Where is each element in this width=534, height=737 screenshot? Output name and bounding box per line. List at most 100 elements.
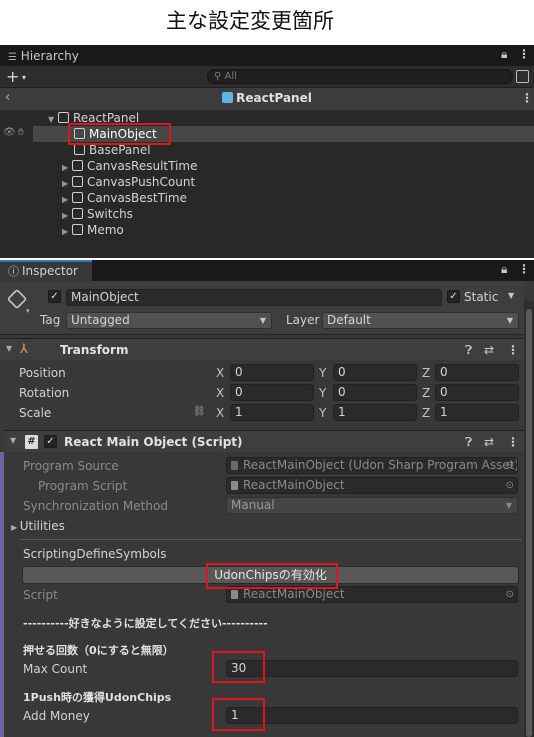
scale-label: Scale [19,406,52,420]
add-dropdown-button[interactable]: + ▾ [6,66,26,89]
lock-icon[interactable]: 🔒︎ [501,262,507,277]
transform-axes-icon: ⅄ [20,342,28,357]
more-menu-icon[interactable]: ⋮ [518,262,530,276]
gameobject-cube-icon [58,112,69,123]
axis-z-label[interactable]: Z [422,365,430,382]
axis-y-label[interactable]: Y [319,405,326,422]
object-picker-icon[interactable]: ⊙ [506,458,514,473]
max-count-field[interactable]: 30 [226,660,518,677]
tree-item-memo[interactable]: ▶ Memo [62,222,124,238]
tree-item-switchs[interactable]: ▶ Switchs [62,206,133,222]
active-checkbox[interactable]: ✓ [48,290,61,303]
section-divider [19,539,522,540]
object-name-field[interactable]: MainObject [66,289,442,306]
define-symbols-label: ScriptingDefineSymbols [23,547,167,561]
rotation-z-field[interactable]: 0 [435,384,519,401]
add-money-field[interactable]: 1 [226,707,518,724]
tag-label: Tag [40,313,61,327]
axis-y-label[interactable]: Y [319,365,326,382]
tag-dropdown[interactable]: Untagged ▼ [66,312,272,329]
asset-icon [231,461,238,470]
program-script-field[interactable]: ReactMainObject ⊙ [226,477,518,494]
help-icon[interactable]: ❓︎ [465,435,472,450]
constrain-proportions-link-icon[interactable]: ⛓︎ [193,406,206,417]
pickable-hand-icon[interactable]: ✋︎ [18,127,24,138]
object-picker-icon[interactable]: ⊙ [506,587,514,602]
program-script-label: Program Script [38,479,128,493]
sync-method-label: Synchronization Method [23,499,168,513]
chevron-down-icon: ▼ [506,316,513,325]
more-menu-icon[interactable]: ⋮ [518,47,530,61]
gameobject-cube-icon [72,160,83,171]
component-menu-icon[interactable]: ⋮ [507,435,519,449]
gameobject-cube-icon [72,192,83,203]
inspector-tabbar: ⓘ Inspector 🔒︎ ⋮ [0,260,534,281]
gameobject-icon [6,288,28,310]
script-component-header[interactable]: ▼ # ✓ React Main Object (Script) ❓︎ ⇄ ⋮ [4,430,524,452]
highlight-box-udonchips [206,563,338,589]
scene-header: ‹ ReactPanel ⋮ [0,88,534,110]
layer-dropdown[interactable]: Default ▼ [322,312,519,329]
collapse-arrow-icon[interactable]: ▼ [6,344,12,353]
axis-y-label[interactable]: Y [319,385,326,402]
tree-item-canvasbesttime[interactable]: ▶ CanvasBestTime [62,190,187,206]
presets-icon[interactable]: ⇄ [484,435,494,449]
icon-dropdown-arrow[interactable]: ▾ [26,307,30,315]
scene-visibility-icon[interactable] [516,70,529,83]
hierarchy-search-input[interactable]: ⚲ All [207,69,513,84]
highlight-box-max-count [212,651,265,683]
lock-icon[interactable]: 🔒︎ [501,47,507,62]
chips-header: 1Push時の獲得UdonChips [23,691,172,704]
axis-z-label[interactable]: Z [422,385,430,402]
axis-x-label[interactable]: X [216,385,224,402]
expand-down-arrow-icon[interactable]: ▼ [48,112,58,128]
help-icon[interactable]: ❓︎ [465,343,472,358]
axis-x-label[interactable]: X [216,405,224,422]
scale-y-field[interactable]: 1 [333,404,417,421]
utilities-foldout[interactable]: ▶ Utilities [11,518,65,536]
gameobject-cube-icon [74,144,85,155]
page-title: 主な設定変更箇所 [166,9,334,33]
collapse-arrow-icon[interactable]: ▼ [10,436,16,445]
tree-item-canvasresulttime[interactable]: ▶ CanvasResultTime [62,158,198,174]
scale-z-field[interactable]: 1 [435,404,519,421]
gameobject-cube-icon [72,176,83,187]
axis-z-label[interactable]: Z [422,405,430,422]
gameobject-cube-icon [72,224,83,235]
program-source-field[interactable]: ReactMainObject (Udon Sharp Program Asse… [226,457,518,474]
add-money-label: Add Money [23,709,90,723]
csharp-script-icon: # [25,435,38,449]
object-picker-icon[interactable]: ⊙ [506,478,514,493]
scene-name: ReactPanel [236,91,312,105]
component-enabled-checkbox[interactable]: ✓ [44,435,57,448]
scene-menu-icon[interactable]: ⋮ [521,91,533,105]
search-icon: ⚲ [214,71,222,82]
highlight-box-mainobject [68,123,171,145]
tree-item-canvaspushcount[interactable]: ▶ CanvasPushCount [62,174,195,190]
free-setting-header: ----------好きなように設定してください---------- [23,617,268,630]
position-x-field[interactable]: 0 [230,364,314,381]
inspector-scroll-thumb[interactable] [526,309,532,737]
scale-x-field[interactable]: 1 [230,404,314,421]
component-menu-icon[interactable]: ⋮ [507,343,519,357]
rotation-x-field[interactable]: 0 [230,384,314,401]
static-checkbox[interactable]: ✓ [447,290,460,303]
transform-header[interactable]: ▼ ⅄ Transform ❓︎ ⇄ ⋮ [0,338,524,360]
static-dropdown-icon[interactable]: ▼ [508,291,514,300]
hierarchy-panel: ☰ Hierarchy 🔒︎ ⋮ + ▾ ⚲ All ‹ ReactPanel … [0,45,534,258]
tab-inspector[interactable]: ⓘ Inspector [0,260,92,281]
script-file-icon [231,590,238,599]
axis-x-label[interactable]: X [216,365,224,382]
sync-method-dropdown[interactable]: Manual ▼ [226,497,518,514]
layer-label: Layer [286,313,320,327]
expand-right-arrow-icon[interactable]: ▶ [62,224,72,240]
position-z-field[interactable]: 0 [435,364,519,381]
script-label: Script [23,588,58,602]
rotation-y-field[interactable]: 0 [333,384,417,401]
hierarchy-tabbar: ☰ Hierarchy 🔒︎ ⋮ [0,45,534,66]
position-y-field[interactable]: 0 [333,364,417,381]
tab-hierarchy[interactable]: ☰ Hierarchy [8,48,79,64]
visibility-eye-icon[interactable]: 👁︎ [3,127,16,138]
prefab-icon [222,92,234,103]
presets-icon[interactable]: ⇄ [484,343,494,357]
